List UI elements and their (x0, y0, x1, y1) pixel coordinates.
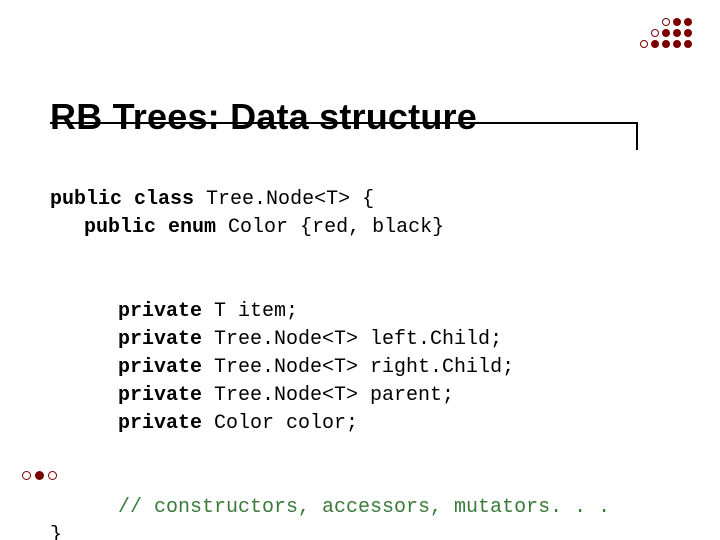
kw-private: private (118, 384, 202, 407)
code-line-4: private Tree.Node<T> left.Child; (50, 326, 502, 354)
enum-decl-tail: Color {red, black} (216, 216, 444, 239)
code-line-2: public enum Color {red, black} (50, 214, 444, 242)
kw-private: private (118, 328, 202, 351)
kw-class: class (134, 188, 194, 211)
code-line-1: public class Tree.Node<T> { (50, 188, 374, 211)
title-underline-tick (636, 122, 638, 150)
corner-dots-bottom-left (22, 471, 57, 480)
field3-tail: Tree.Node<T> right.Child; (202, 356, 514, 379)
kw-enum: enum (168, 216, 216, 239)
code-comment: // constructors, accessors, mutators. . … (50, 494, 610, 522)
code-block: public class Tree.Node<T> { public enum … (50, 158, 610, 540)
class-decl-tail: Tree.Node<T> { (194, 188, 374, 211)
field2-tail: Tree.Node<T> left.Child; (202, 328, 502, 351)
code-line-3: private T item; (50, 298, 298, 326)
kw-private: private (118, 356, 202, 379)
field4-tail: Tree.Node<T> parent; (202, 384, 454, 407)
code-line-7: private Color color; (50, 410, 358, 438)
kw-private: private (118, 412, 202, 435)
kw-public: public (84, 216, 156, 239)
kw-private: private (118, 300, 202, 323)
title-underline (50, 122, 636, 124)
code-line-close: } (50, 524, 62, 540)
field5-tail: Color color; (202, 412, 358, 435)
page-title: RB Trees: Data structure (50, 96, 477, 138)
slide: RB Trees: Data structure public class Tr… (0, 0, 720, 540)
code-line-6: private Tree.Node<T> parent; (50, 382, 454, 410)
field1-tail: T item; (202, 300, 298, 323)
corner-dots-top-right (640, 18, 692, 48)
kw-public: public (50, 188, 122, 211)
code-line-5: private Tree.Node<T> right.Child; (50, 354, 514, 382)
